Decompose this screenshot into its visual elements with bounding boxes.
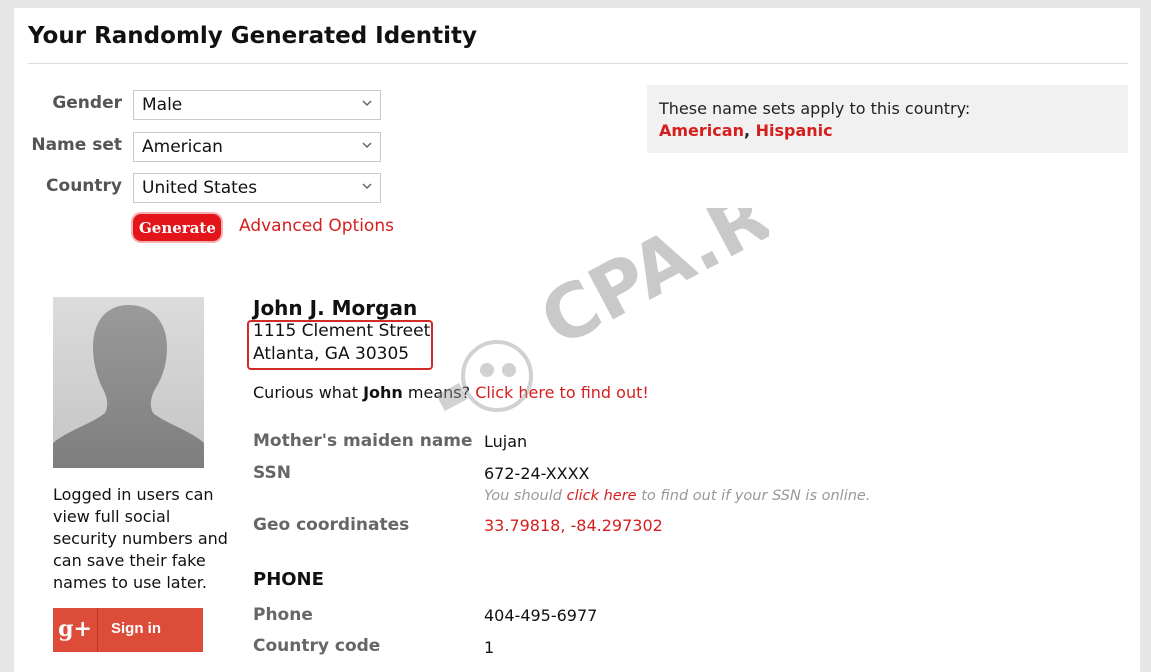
ssn-value: 672-24-XXXX	[484, 464, 590, 483]
watermark-text: CPA.RIP	[527, 208, 769, 364]
country-select-value: United States	[142, 178, 258, 198]
identity-name: John J. Morgan	[253, 296, 418, 320]
country-code-label: Country code	[253, 636, 381, 656]
google-signin-button[interactable]: g+ Sign in	[53, 608, 203, 652]
maiden-name-label: Mother's maiden name	[253, 431, 473, 451]
phone-value: 404-495-6977	[484, 606, 598, 625]
nameset-info-box: These name sets apply to this country: A…	[647, 85, 1128, 153]
nameset-select-value: American	[142, 137, 223, 157]
geo-value-link[interactable]: 33.79818, -84.297302	[484, 516, 663, 535]
page-title: Your Randomly Generated Identity	[28, 23, 478, 49]
address-line1: 1115 Clement Street	[253, 321, 431, 341]
ssn-note: You should click here to find out if you…	[484, 488, 870, 504]
address-line2: Atlanta, GA 30305	[253, 344, 410, 364]
gender-select-value: Male	[142, 95, 183, 115]
name-meaning-link[interactable]: Click here to find out!	[475, 383, 649, 402]
advanced-options-link[interactable]: Advanced Options	[239, 216, 394, 236]
first-name: John	[363, 383, 403, 402]
ssn-note-suffix: to find out if your SSN is online.	[636, 488, 871, 504]
maiden-name-value: Lujan	[484, 432, 528, 451]
curious-prefix: Curious what	[253, 383, 364, 402]
nameset-label: Name set	[31, 135, 122, 155]
google-signin-label: Sign in	[111, 620, 161, 637]
country-code-value: 1	[484, 638, 495, 657]
title-divider	[28, 63, 1128, 64]
chevron-down-icon	[362, 142, 372, 149]
nameset-select[interactable]: American	[133, 132, 381, 162]
phone-label: Phone	[253, 605, 313, 625]
generate-button[interactable]: Generate	[133, 214, 221, 241]
ssn-note-prefix: You should	[484, 488, 567, 504]
curious-mid: means?	[402, 383, 476, 402]
login-note: Logged in users can view full social sec…	[53, 485, 228, 592]
ssn-label: SSN	[253, 463, 291, 483]
nameset-link-american[interactable]: American	[659, 121, 744, 140]
main-panel: Your Randomly Generated Identity Gender …	[14, 8, 1140, 672]
chevron-down-icon	[362, 183, 372, 190]
ssn-check-link[interactable]: click here	[567, 488, 637, 504]
chevron-down-icon	[362, 100, 372, 107]
google-plus-icon: g+	[53, 608, 98, 652]
user-silhouette-icon	[53, 297, 204, 468]
avatar	[53, 297, 204, 468]
gender-select[interactable]: Male	[133, 90, 381, 120]
country-label: Country	[46, 176, 122, 196]
watermark-logo: CPA.RIP	[436, 208, 769, 412]
name-meaning-line: Curious what John means? Click here to f…	[253, 383, 649, 402]
nameset-info-text: These name sets apply to this country:	[659, 99, 971, 118]
geo-label: Geo coordinates	[253, 515, 410, 535]
phone-section-heading: PHONE	[253, 569, 324, 590]
country-select[interactable]: United States	[133, 173, 381, 203]
gender-label: Gender	[52, 93, 122, 113]
nameset-info-links: American, Hispanic	[659, 121, 833, 140]
nameset-link-hispanic[interactable]: Hispanic	[756, 121, 833, 140]
nameset-separator: ,	[743, 121, 756, 140]
